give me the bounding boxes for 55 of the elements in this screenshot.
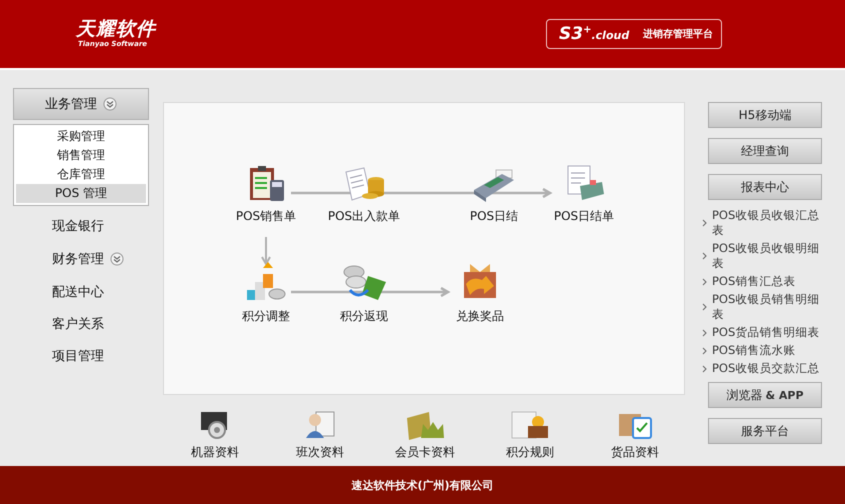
flow-node-label[interactable]: 积分调整 (242, 308, 290, 325)
nav-button[interactable]: 经理查询 (708, 138, 822, 164)
down-arrow (261, 237, 271, 265)
card-crown-icon[interactable] (405, 410, 445, 440)
flow-node-label[interactable]: POS出入款单 (328, 208, 400, 225)
sidebar-item[interactable]: 配送中心 (13, 276, 149, 308)
folder-coins-icon[interactable] (510, 410, 550, 440)
submenu-item[interactable]: POS 管理 (16, 184, 146, 203)
sidebar-group[interactable]: 业务管理 (13, 88, 149, 120)
chevron-icon (702, 364, 707, 372)
nav-button[interactable]: 报表中心 (708, 174, 822, 200)
footer-text: 速达软件技术(广州)有限公司 (351, 478, 494, 492)
shortcut-label[interactable]: 会员卡资料 (395, 444, 455, 461)
nav-button[interactable]: 服务平台 (708, 418, 822, 444)
shortcut-label[interactable]: 货品资料 (611, 444, 659, 461)
chevron-icon (702, 278, 707, 286)
chevron-icon (702, 328, 707, 336)
flow-node-label[interactable]: POS日结 (470, 208, 518, 225)
report-link[interactable]: POS销售汇总表 (712, 274, 822, 289)
report-link[interactable]: POS销售流水账 (712, 343, 822, 358)
person-card-icon[interactable] (304, 410, 336, 440)
flow-node-label[interactable]: 兑换奖品 (456, 308, 504, 325)
flow-node-label[interactable]: POS日结单 (554, 208, 614, 225)
sidebar-group-label: 财务管理 (52, 251, 104, 268)
stairs-coins-icon[interactable] (245, 262, 287, 302)
logo-title: 天耀软件 (76, 19, 156, 40)
platform-name: 进销存管理平台 (643, 28, 714, 41)
submenu-item[interactable]: 仓库管理 (16, 165, 146, 184)
chevron-icon (702, 219, 707, 227)
report-link[interactable]: POS收银员收银汇总表 (712, 208, 822, 238)
flow-node-label[interactable]: POS销售单 (236, 208, 296, 225)
chevron-icon (702, 252, 707, 260)
button-suffix: & APP (765, 388, 804, 402)
chevron-icon (702, 303, 707, 311)
chevron-icon (702, 346, 707, 354)
sidebar-item[interactable]: 现金银行 (13, 210, 149, 242)
shortcut-label[interactable]: 积分规则 (506, 444, 554, 461)
sidebar-group[interactable]: 财务管理 (13, 242, 149, 276)
flow-node-label[interactable]: 积分返现 (340, 308, 388, 325)
submenu-item[interactable]: 采购管理 (16, 127, 146, 146)
expand-icon[interactable] (110, 252, 124, 266)
report-link[interactable]: POS收银员交款汇总 (712, 361, 822, 376)
sidebar-group-label: 业务管理 (45, 96, 97, 113)
shortcut-label[interactable]: 班次资料 (296, 444, 344, 461)
product-name: S3$^{+}$.cloud (559, 24, 630, 44)
expand-icon[interactable] (103, 97, 117, 111)
shortcut-label[interactable]: 机器资料 (191, 444, 239, 461)
nav-button[interactable]: 浏览器 & APP (708, 382, 822, 408)
report-link[interactable]: POS收银员销售明细表 (712, 292, 822, 322)
sidebar-item[interactable]: 客户关系 (13, 308, 149, 340)
nav-button[interactable]: H5移动端 (708, 102, 822, 128)
sidebar-item[interactable]: 项目管理 (13, 340, 149, 372)
report-link[interactable]: POS收银员收银明细表 (712, 241, 822, 271)
report-link[interactable]: POS货品销售明细表 (712, 325, 822, 340)
submenu-item[interactable]: 销售管理 (16, 146, 146, 165)
